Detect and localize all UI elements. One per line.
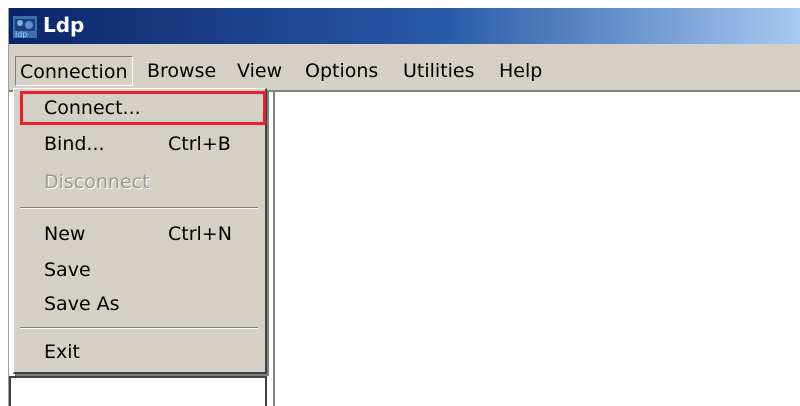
ldp-window: ldp Ldp Connection Browse View Options U… [8, 8, 800, 406]
highlight-outline [20, 91, 266, 125]
connection-menu-dropdown: Connect... Bind... Ctrl+B Disconnect New… [13, 88, 267, 374]
menu-item-exit[interactable]: Exit [18, 335, 258, 369]
menu-separator [20, 207, 258, 209]
menu-item-label: Bind... [44, 133, 105, 155]
menu-view[interactable]: View [233, 56, 286, 86]
menu-item-bind[interactable]: Bind... Ctrl+B [18, 127, 258, 161]
tree-pane-frame [9, 376, 267, 406]
menu-item-label: Exit [44, 341, 80, 363]
svg-text:ldp: ldp [15, 30, 27, 38]
menu-item-label: Disconnect [44, 171, 150, 193]
menu-item-label: Save [44, 259, 91, 281]
menu-item-label: New [44, 223, 86, 245]
menu-item-disconnect: Disconnect [18, 165, 258, 199]
menu-connection[interactable]: Connection [15, 56, 133, 86]
menu-item-save-as[interactable]: Save As [18, 287, 258, 321]
menu-item-shortcut: Ctrl+N [168, 223, 232, 245]
menu-item-save[interactable]: Save [18, 253, 258, 287]
menu-item-shortcut: Ctrl+B [168, 133, 231, 155]
menu-browse[interactable]: Browse [143, 56, 220, 86]
menu-separator [20, 327, 258, 329]
menu-item-label: Save As [44, 293, 120, 315]
window-title: Ldp [43, 13, 85, 37]
menu-bar: Connection Browse View Options Utilities… [9, 48, 800, 90]
output-pane[interactable] [273, 90, 800, 406]
menu-item-new[interactable]: New Ctrl+N [18, 217, 258, 251]
menu-options[interactable]: Options [301, 56, 382, 86]
menu-help[interactable]: Help [495, 56, 546, 86]
ldp-app-icon: ldp [13, 16, 37, 38]
menu-utilities[interactable]: Utilities [399, 56, 479, 86]
title-bar[interactable]: ldp Ldp [9, 8, 800, 44]
